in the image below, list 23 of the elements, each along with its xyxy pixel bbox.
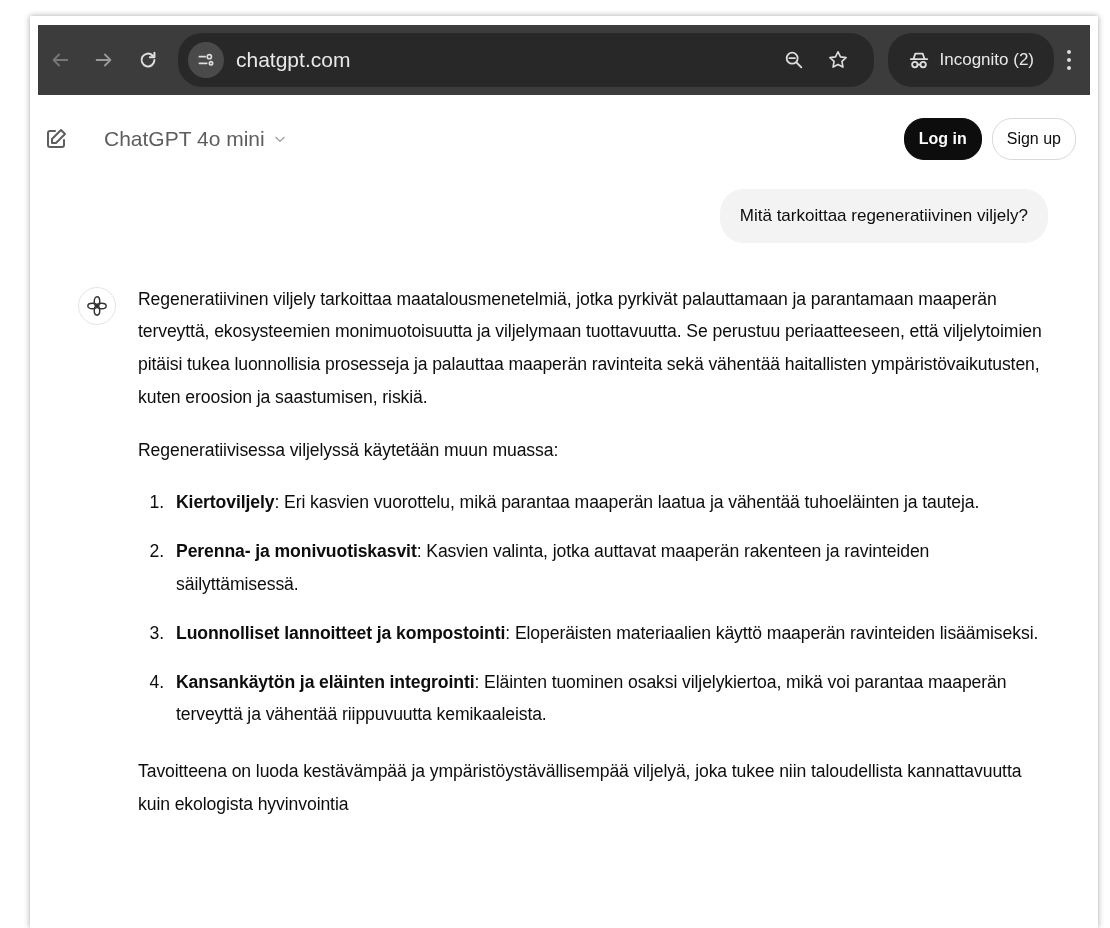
star-icon — [826, 49, 849, 71]
login-button[interactable]: Log in — [903, 118, 982, 160]
model-selector[interactable]: ChatGPT 4o mini — [98, 122, 293, 156]
list-number: 2. — [148, 540, 165, 564]
kebab-menu-icon — [1067, 50, 1071, 70]
list-number: 1. — [148, 491, 165, 515]
user-message: Mitä tarkoittaa regeneratiivinen viljely? — [719, 189, 1048, 243]
flower-logo-icon — [86, 294, 108, 317]
list-item-text: Perenna- ja monivuotiskasvit: Kasvien valinta, jotka auttavat maaperän rakenteen ja ravinteiden säilyttämisessä. — [175, 540, 931, 597]
list-number: 4. — [148, 670, 165, 694]
address-text: chatgpt.com — [236, 47, 352, 74]
paragraph-text: Regeneratiivisessa viljelyssä käytetään muun muassa: — [138, 438, 560, 462]
list-item-text: Kiertoviljely: Eri kasvien vuorottelu, mikä parantaa maaperän laatua ja vähentää tuhoeläinten ja tauteja. — [175, 491, 980, 515]
paragraph-text: Regeneratiivinen viljely tarkoittaa maatalousmenetelmiä, jotka pyrkivät palauttamaan ja parantamaan maaperän terveyttä, ekosysteemien monimuotoisuutta ja viljelymaan tuottavuutta. Se perustuu periaatteeseen, että viljelytoimien pitäisi tukea luonnollisia prosesseja ja palauttaa maaperän ravinteita sekä vähentää haitallisten ympäristövaikutusten, kuten eroosion ja saastumisen, riskiä. — [138, 287, 1043, 409]
site-settings-button[interactable] — [188, 42, 224, 78]
paragraph-text: Tavoitteena on luoda kestävämpää ja ympäristöystävällisempää viljelyä, joka tukee niin taloudellista kannattavuutta kuin ekologista hyvinvointia — [138, 760, 1023, 817]
signup-button[interactable]: Sign up — [991, 118, 1076, 160]
address-bar[interactable]: chatgpt.com — [178, 33, 874, 87]
list-number: 3. — [148, 621, 165, 645]
list-item-text: Kansankäytön ja eläinten integrointi: Eläinten tuominen osaksi viljelykiertoa, mikä voi parantaa maaperän terveyttä ja vähentää riippuvuutta kemikaaleista. — [175, 670, 1008, 727]
incognito-button[interactable]: Incognito (2) — [887, 33, 1054, 87]
list-item-text: Luonnolliset lannoitteet ja kompostointi: Eloperäisten materiaalien käyttö maaperän ravinteiden lisäämiseksi. — [175, 621, 1039, 645]
pencil-icon — [44, 127, 68, 151]
